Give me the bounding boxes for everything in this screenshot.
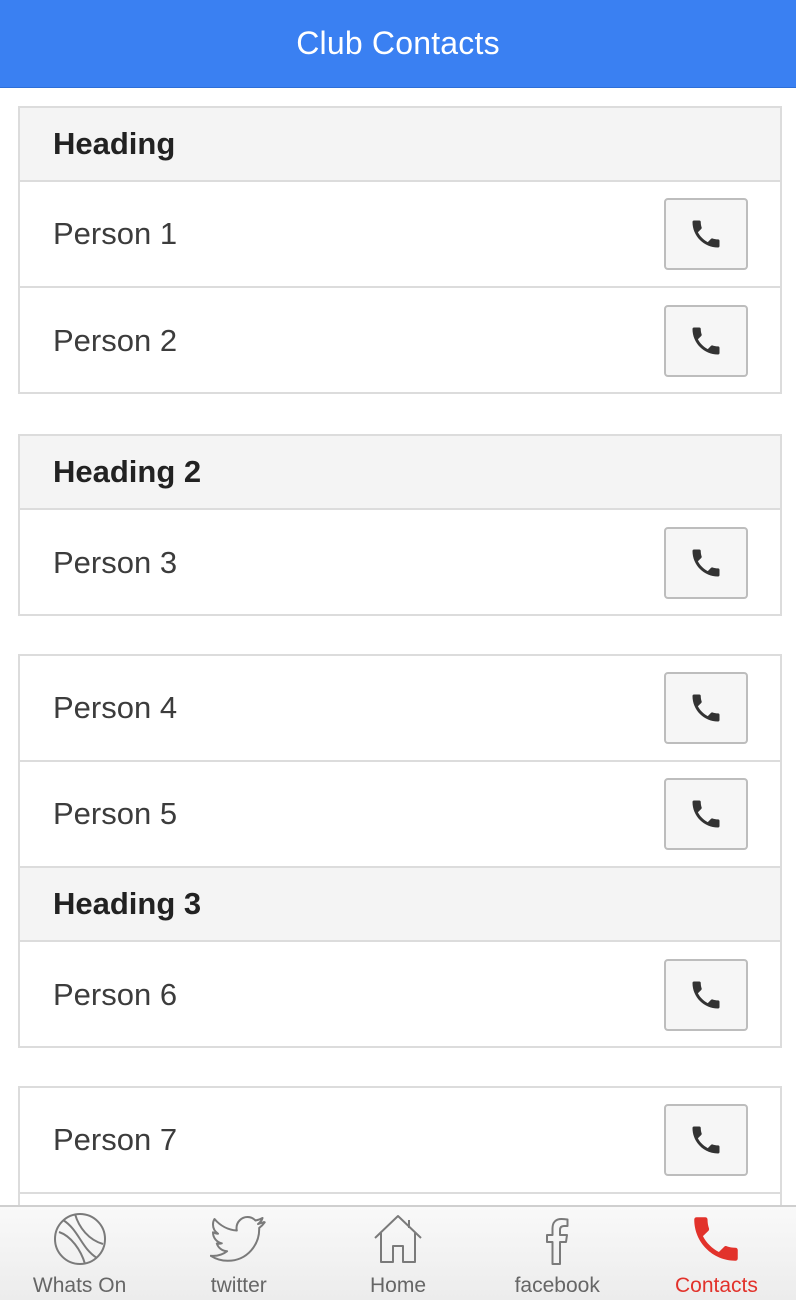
house-icon [369, 1210, 427, 1268]
contacts-list[interactable]: Heading Person 1 Person 2 Heading 2 Pers… [0, 88, 796, 1205]
contact-group: Person 7 [18, 1086, 782, 1205]
tennis-ball-icon [51, 1210, 109, 1268]
contact-row: Person 5 [20, 762, 780, 868]
contact-name: Person 1 [53, 216, 178, 251]
tab-label: facebook [514, 1274, 600, 1297]
group-heading-text: Heading 2 [53, 454, 202, 489]
contact-group: Heading 2 Person 3 [18, 434, 782, 616]
app-header: Club Contacts [0, 0, 796, 88]
tab-facebook[interactable]: facebook [478, 1207, 637, 1300]
tab-label: Home [369, 1274, 427, 1297]
tab-label: twitter [210, 1274, 267, 1297]
contact-row: Person 2 [20, 288, 780, 394]
group-heading: Heading 2 [20, 436, 780, 510]
phone-icon [692, 800, 720, 828]
call-button[interactable] [664, 1104, 748, 1176]
call-button[interactable] [664, 672, 748, 744]
contact-row: Person 6 [20, 942, 780, 1048]
contact-name: Person 7 [53, 1122, 178, 1157]
twitter-bird-icon [209, 1210, 268, 1268]
group-heading: Heading 3 [20, 868, 780, 942]
call-button[interactable] [664, 778, 748, 850]
contact-name: Person 2 [53, 323, 178, 358]
call-button[interactable] [664, 527, 748, 599]
contact-name: Person 3 [53, 545, 178, 580]
group-heading: Heading [20, 108, 780, 182]
contact-name: Person 5 [53, 796, 178, 831]
tab-twitter[interactable]: twitter [159, 1207, 318, 1300]
phone-icon [692, 327, 720, 355]
phone-icon [692, 549, 720, 577]
contact-row: Person 7 [20, 1088, 780, 1194]
contact-group: Person 4 Person 5 Heading 3 Person 6 [18, 654, 782, 1048]
call-button[interactable] [664, 198, 748, 270]
contact-row: Person 4 [20, 656, 780, 762]
contact-name: Person 4 [53, 690, 178, 725]
tab-label: Whats On [32, 1274, 127, 1297]
phone-icon [692, 1126, 720, 1154]
contact-group: Heading Person 1 Person 2 [18, 106, 782, 394]
call-button[interactable] [664, 959, 748, 1031]
facebook-icon [528, 1210, 586, 1268]
contact-name: Person 6 [53, 977, 178, 1012]
contact-row [20, 1194, 780, 1205]
tab-bar: Whats On twitter Home facebook Contacts [0, 1205, 796, 1300]
group-heading-text: Heading [53, 126, 176, 161]
phone-icon [692, 981, 720, 1009]
phone-icon [687, 1210, 745, 1268]
call-button[interactable] [664, 305, 748, 377]
tab-label: Contacts [674, 1274, 758, 1297]
tab-home[interactable]: Home [318, 1207, 477, 1300]
tab-whats-on[interactable]: Whats On [0, 1207, 159, 1300]
contact-row: Person 3 [20, 510, 780, 616]
phone-icon [692, 694, 720, 722]
contact-row: Person 1 [20, 182, 780, 288]
tab-contacts[interactable]: Contacts [637, 1207, 796, 1300]
page-title: Club Contacts [296, 25, 500, 61]
phone-icon [692, 220, 720, 248]
group-heading-text: Heading 3 [53, 886, 202, 921]
